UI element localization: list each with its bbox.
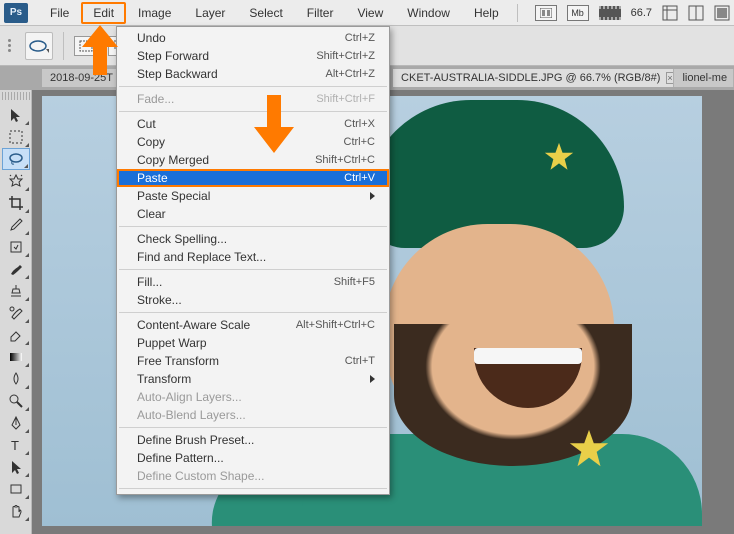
menu-separator — [119, 111, 387, 112]
menu-image[interactable]: Image — [126, 2, 183, 24]
zoom-level[interactable]: 66.7 — [631, 7, 652, 19]
gradient-tool[interactable] — [2, 346, 30, 368]
menu-separator — [119, 226, 387, 227]
move-tool[interactable] — [2, 104, 30, 126]
document-tab[interactable]: lionel-me — [674, 69, 734, 87]
menu-free-transform[interactable]: Free TransformCtrl+T — [117, 352, 389, 370]
type-tool[interactable]: T — [2, 434, 30, 456]
menu-select[interactable]: Select — [237, 2, 294, 24]
edit-menu-dropdown: UndoCtrl+Z Step ForwardShift+Ctrl+Z Step… — [116, 26, 390, 495]
quick-select-tool[interactable] — [2, 170, 30, 192]
menu-separator — [119, 269, 387, 270]
menu-define-brush[interactable]: Define Brush Preset... — [117, 431, 389, 449]
options-separator — [63, 32, 64, 60]
dodge-tool[interactable] — [2, 390, 30, 412]
crop-tool[interactable] — [2, 192, 30, 214]
menu-define-shape: Define Custom Shape... — [117, 467, 389, 485]
menu-check-spelling[interactable]: Check Spelling... — [117, 230, 389, 248]
menu-clear[interactable]: Clear — [117, 205, 389, 223]
menu-step-forward[interactable]: Step ForwardShift+Ctrl+Z — [117, 47, 389, 65]
screen-mode-icon[interactable] — [714, 5, 730, 21]
blur-tool[interactable] — [2, 368, 30, 390]
menu-copy-merged[interactable]: Copy MergedShift+Ctrl+C — [117, 151, 389, 169]
menu-auto-align: Auto-Align Layers... — [117, 388, 389, 406]
menu-step-backward[interactable]: Step BackwardAlt+Ctrl+Z — [117, 65, 389, 83]
current-tool-preset[interactable] — [25, 32, 53, 60]
menu-file[interactable]: File — [38, 2, 81, 24]
options-grip[interactable] — [8, 39, 11, 52]
menu-separator — [119, 312, 387, 313]
menu-help[interactable]: Help — [462, 2, 511, 24]
menu-view[interactable]: View — [345, 2, 395, 24]
lasso-tool[interactable] — [2, 148, 30, 170]
menubar-separator — [517, 4, 518, 22]
menu-stroke[interactable]: Stroke... — [117, 291, 389, 309]
submenu-arrow-icon — [370, 192, 375, 200]
app-logo: Ps — [4, 3, 28, 23]
brush-tool[interactable] — [2, 258, 30, 280]
path-select-tool[interactable] — [2, 456, 30, 478]
view-rulers-icon[interactable] — [662, 5, 678, 21]
eraser-tool[interactable] — [2, 324, 30, 346]
menu-puppet-warp[interactable]: Puppet Warp — [117, 334, 389, 352]
star-icon — [542, 140, 576, 174]
launch-bridge-icon[interactable] — [535, 5, 557, 21]
menu-separator — [119, 427, 387, 428]
star-icon — [566, 426, 612, 472]
tab-label: CKET-AUSTRALIA-SIDDLE.JPG @ 66.7% (RGB/8… — [401, 72, 660, 84]
palette-grip[interactable] — [2, 92, 30, 100]
close-icon[interactable]: × — [666, 72, 673, 84]
pen-tool[interactable] — [2, 412, 30, 434]
menubar: Ps File Edit Image Layer Select Filter V… — [0, 0, 734, 26]
document-tab[interactable]: CKET-AUSTRALIA-SIDDLE.JPG @ 66.7% (RGB/8… — [393, 69, 674, 87]
annotation-arrow-up-icon — [82, 25, 118, 78]
image-content — [474, 348, 582, 364]
menu-window[interactable]: Window — [395, 2, 462, 24]
menu-paste-special[interactable]: Paste Special — [117, 187, 389, 205]
menu-find-replace[interactable]: Find and Replace Text... — [117, 248, 389, 266]
menu-separator — [119, 86, 387, 87]
menu-define-pattern[interactable]: Define Pattern... — [117, 449, 389, 467]
mini-bridge-icon[interactable]: Mb — [567, 5, 589, 21]
healing-brush-tool[interactable] — [2, 236, 30, 258]
extras-icon[interactable] — [599, 6, 621, 20]
top-right-controls: Mb 66.7 — [535, 5, 730, 21]
annotation-arrow-down-icon — [254, 95, 294, 156]
menu-cut[interactable]: CutCtrl+X — [117, 115, 389, 133]
clone-stamp-tool[interactable] — [2, 280, 30, 302]
menu-filter[interactable]: Filter — [295, 2, 346, 24]
menu-undo[interactable]: UndoCtrl+Z — [117, 29, 389, 47]
menu-copy[interactable]: CopyCtrl+C — [117, 133, 389, 151]
menu-separator — [119, 488, 387, 489]
svg-text:T: T — [11, 438, 19, 453]
submenu-arrow-icon — [370, 375, 375, 383]
eyedropper-tool[interactable] — [2, 214, 30, 236]
menu-transform[interactable]: Transform — [117, 370, 389, 388]
rectangle-tool[interactable] — [2, 478, 30, 500]
hand-tool[interactable] — [2, 500, 30, 522]
menu-content-aware-scale[interactable]: Content-Aware ScaleAlt+Shift+Ctrl+C — [117, 316, 389, 334]
menu-paste[interactable]: PasteCtrl+V — [117, 169, 389, 187]
menu-fill[interactable]: Fill...Shift+F5 — [117, 273, 389, 291]
menu-auto-blend: Auto-Blend Layers... — [117, 406, 389, 424]
history-brush-tool[interactable] — [2, 302, 30, 324]
tool-palette: T — [0, 90, 32, 534]
menu-fade: Fade...Shift+Ctrl+F — [117, 90, 389, 108]
menu-edit[interactable]: Edit — [81, 2, 126, 24]
arrange-docs-icon[interactable] — [688, 5, 704, 21]
tab-label: lionel-me — [682, 72, 727, 84]
marquee-tool[interactable] — [2, 126, 30, 148]
menu-layer[interactable]: Layer — [183, 2, 237, 24]
